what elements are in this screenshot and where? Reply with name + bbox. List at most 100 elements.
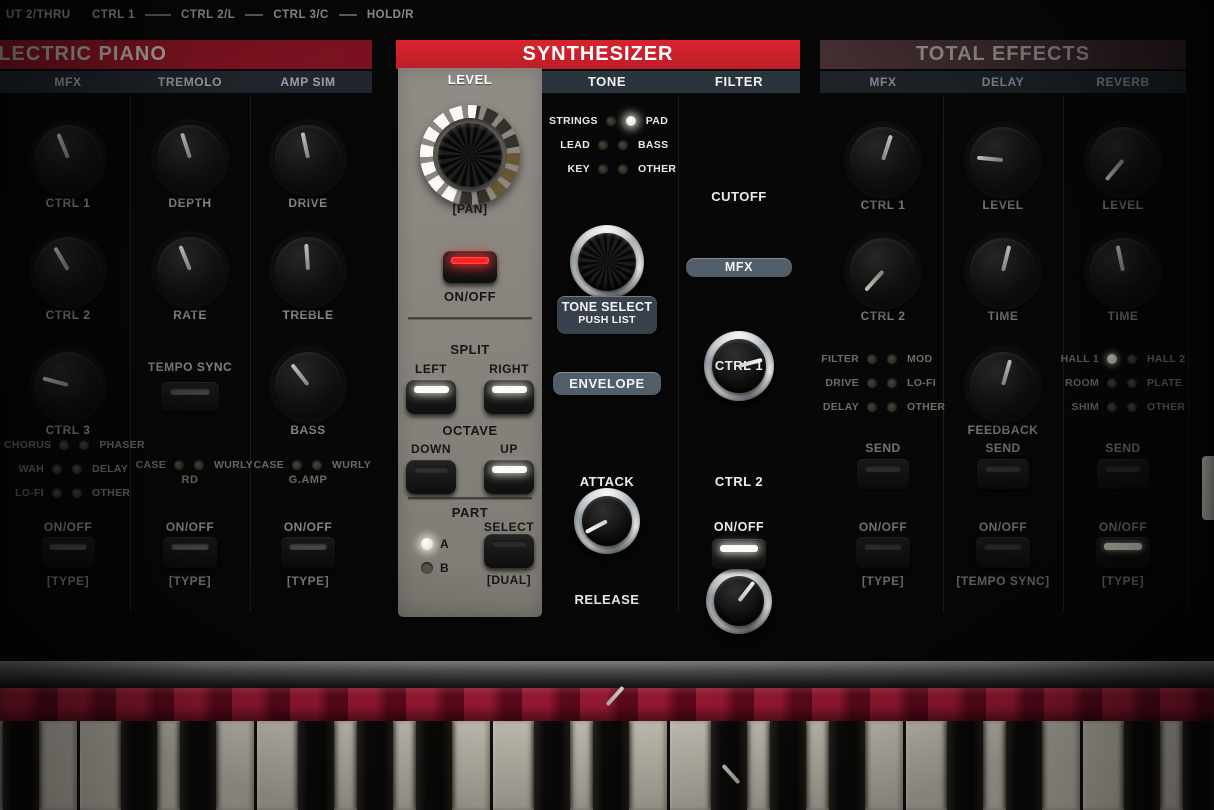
feedback-knob[interactable] <box>970 352 1036 418</box>
piano-key-black[interactable] <box>1183 721 1214 810</box>
pan-label: [PAN] <box>453 202 488 216</box>
split-left-button[interactable] <box>406 380 456 414</box>
piano-key-black[interactable] <box>711 721 747 810</box>
ep-drive-knob[interactable] <box>275 125 341 191</box>
filter-led <box>867 354 877 364</box>
tab-fx-mfx[interactable]: MFX <box>869 71 896 93</box>
ep-rate-knob[interactable] <box>157 237 223 303</box>
ep-bass-knob[interactable] <box>275 352 341 418</box>
reverb-send-button[interactable] <box>1097 459 1149 489</box>
tab-ep-tremolo[interactable]: TREMOLO <box>158 71 222 93</box>
led-label: KEY <box>549 163 590 175</box>
delay-level-knob[interactable] <box>970 127 1036 193</box>
led-label: PAD <box>646 115 679 127</box>
ep-ctrl2-knob[interactable] <box>35 237 101 303</box>
other-led <box>72 488 82 498</box>
led-label: OTHER <box>1147 401 1187 413</box>
stage-piano-panel: UT 2/THRU CTRL 1 CTRL 2/L CTRL 3/C HOLD/… <box>0 0 1214 810</box>
tempo-sync-button[interactable] <box>161 382 219 411</box>
reverb-level-knob[interactable] <box>1090 127 1156 193</box>
total-effects-header: TOTAL EFFECTS <box>820 40 1186 69</box>
ep-tremolo-led-row: CASEWURLY <box>126 458 254 471</box>
split-label: SPLIT <box>450 342 489 357</box>
attack-label: ATTACK <box>580 474 635 489</box>
delay-time-knob[interactable] <box>970 238 1036 304</box>
fx-ctrl1-knob[interactable] <box>850 127 916 193</box>
ep-ampsim-onoff-button[interactable] <box>281 537 335 568</box>
reverb-led-row-1: HALL 1HALL 2 <box>1059 352 1187 365</box>
piano-key-black[interactable] <box>1124 721 1160 810</box>
dual-label: [DUAL] <box>487 573 531 587</box>
delay-send-button[interactable] <box>977 459 1029 489</box>
rear-label-ctrl1: CTRL 1 <box>92 9 135 21</box>
electric-piano-tab-bar: MFX TREMOLO AMP SIM <box>0 71 372 93</box>
fx-ctrl2-knob[interactable] <box>850 238 916 304</box>
tab-fx-reverb[interactable]: REVERB <box>1096 71 1150 93</box>
synthesizer-title: SYNTHESIZER <box>522 43 673 65</box>
led-label: FILTER <box>819 353 859 365</box>
led-label: HALL 1 <box>1059 353 1099 365</box>
ep-treble-knob[interactable] <box>275 237 341 303</box>
led-label: CHORUS <box>4 439 51 451</box>
delay-tempo-sync-label: [TEMPO SYNC] <box>956 574 1049 588</box>
ep-mfx-onoff-button[interactable] <box>41 537 95 568</box>
part-label: PART <box>452 505 488 520</box>
fx-mfx-onoff-label: ON/OFF <box>859 520 907 534</box>
ep-depth-knob[interactable] <box>157 125 223 191</box>
synthesizer-header: SYNTHESIZER <box>396 40 800 69</box>
piano-key-black[interactable] <box>534 721 570 810</box>
ep-tremolo-onoff-label: ON/OFF <box>166 520 214 534</box>
ep-ctrl1-knob[interactable] <box>35 125 101 191</box>
fx-mfx-onoff-button[interactable] <box>856 537 910 568</box>
part-select-button[interactable] <box>484 534 534 568</box>
piano-key-black[interactable] <box>180 721 216 810</box>
ep-ctrl3-knob[interactable] <box>35 352 101 418</box>
octave-down-button[interactable] <box>406 460 456 494</box>
wurly-led <box>312 460 322 470</box>
led-label: ROOM <box>1059 377 1099 389</box>
synth-onoff-button[interactable] <box>443 251 497 283</box>
piano-key-black[interactable] <box>947 721 983 810</box>
hall2-led <box>1127 354 1137 364</box>
reverb-onoff-button[interactable] <box>1096 537 1150 568</box>
shim-led <box>1107 402 1117 412</box>
fx-mfx-send-button[interactable] <box>857 459 909 489</box>
fx-ctrl1-label: CTRL 1 <box>861 198 906 212</box>
other-led <box>887 402 897 412</box>
filter-ctrl1-knob[interactable] <box>706 568 772 634</box>
keyboard <box>0 721 1214 810</box>
filter-onoff-button[interactable] <box>712 539 766 569</box>
reverb-time-knob[interactable] <box>1090 238 1156 304</box>
ep-ampsim-onoff-label: ON/OFF <box>284 520 332 534</box>
piano-key-black[interactable] <box>593 721 629 810</box>
piano-key-black[interactable] <box>121 721 157 810</box>
piano-key-black[interactable] <box>770 721 806 810</box>
tone-led-row-2: LEADBASS <box>549 138 679 151</box>
tab-filter[interactable]: FILTER <box>715 71 763 93</box>
panel-edge-highlight <box>1202 456 1214 520</box>
piano-key-black[interactable] <box>829 721 865 810</box>
octave-up-button[interactable] <box>484 460 534 494</box>
piano-key-black[interactable] <box>416 721 452 810</box>
led-label: PHASER <box>99 439 145 451</box>
lead-led <box>598 140 608 150</box>
part-b-label: B <box>440 561 449 575</box>
wah-led <box>52 464 62 474</box>
case-led <box>292 460 302 470</box>
piano-key-black[interactable] <box>298 721 334 810</box>
piano-key-black[interactable] <box>3 721 39 810</box>
ep-ampsim-led-row: CASEWURLY <box>244 458 372 471</box>
delay-onoff-button[interactable] <box>976 537 1030 568</box>
piano-key-black[interactable] <box>357 721 393 810</box>
led-label: WAH <box>4 463 44 475</box>
attack-knob[interactable] <box>574 488 640 554</box>
synth-level-knob[interactable] <box>420 105 520 205</box>
piano-key-black[interactable] <box>1006 721 1042 810</box>
tab-fx-delay[interactable]: DELAY <box>982 71 1025 93</box>
split-right-button[interactable] <box>484 380 534 414</box>
ep-tremolo-onoff-button[interactable] <box>163 537 217 568</box>
tab-ep-mfx[interactable]: MFX <box>54 71 81 93</box>
tab-tone[interactable]: TONE <box>588 71 626 93</box>
tab-ep-amp-sim[interactable]: AMP SIM <box>280 71 335 93</box>
tone-select-knob[interactable] <box>570 225 644 299</box>
